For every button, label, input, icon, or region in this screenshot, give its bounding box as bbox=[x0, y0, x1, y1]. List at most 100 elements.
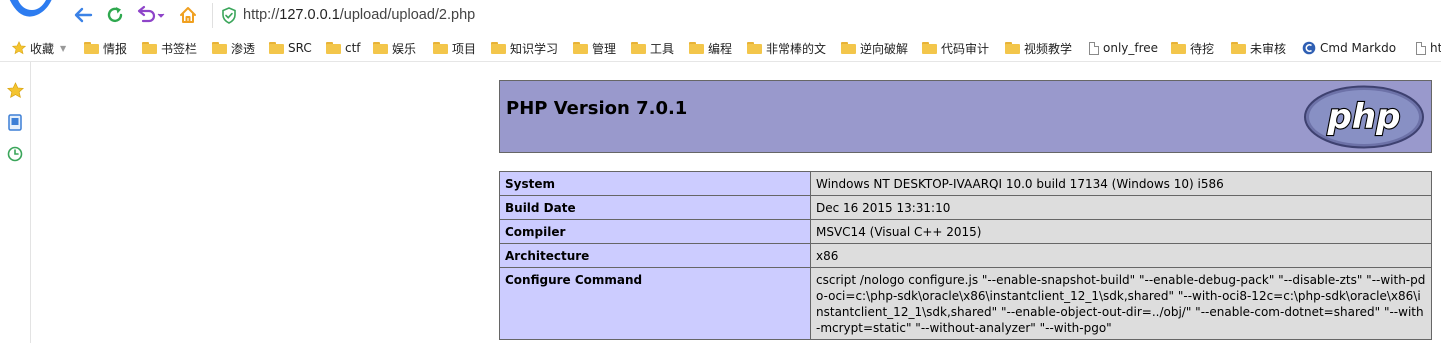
bookmark-label: 情报 bbox=[103, 41, 128, 56]
bookmark-folder[interactable]: 书签栏 bbox=[142, 39, 197, 57]
back-arrow-icon bbox=[74, 7, 93, 23]
reader-icon bbox=[8, 113, 22, 131]
browser-logo-icon bbox=[9, 0, 52, 17]
history-icon bbox=[7, 146, 23, 162]
php-logo-text: php bbox=[1327, 97, 1401, 137]
table-row: System Windows NT DESKTOP-IVAARQI 10.0 b… bbox=[499, 171, 1432, 196]
bookmark-page[interactable]: only_free bbox=[1089, 39, 1158, 57]
bookmark-label: 视频教学 bbox=[1024, 41, 1073, 56]
folder-icon bbox=[1231, 42, 1246, 54]
bookmark-label: ht bbox=[1430, 41, 1441, 55]
bookmark-label: 代码审计 bbox=[941, 41, 990, 56]
home-icon bbox=[180, 7, 196, 23]
sidebar-reader-button[interactable] bbox=[6, 113, 24, 131]
row-key: System bbox=[499, 171, 811, 196]
bookmark-label: only_free bbox=[1103, 41, 1159, 55]
sidebar-favorites-button[interactable] bbox=[6, 81, 24, 99]
row-key: Compiler bbox=[499, 219, 811, 244]
bookmark-label: 管理 bbox=[592, 41, 617, 56]
folder-icon bbox=[922, 42, 937, 54]
bookmark-folder[interactable]: 知识学习 bbox=[491, 39, 558, 57]
bookmark-folder[interactable]: 逆向破解 bbox=[841, 39, 908, 57]
row-value: cscript /nologo configure.js "--enable-s… bbox=[810, 267, 1432, 340]
folder-icon bbox=[573, 42, 588, 54]
star-icon bbox=[12, 41, 26, 55]
bookmark-favorites[interactable]: 收藏 ▼ bbox=[12, 39, 66, 57]
bookmark-label: 书签栏 bbox=[161, 41, 198, 56]
row-value: MSVC14 (Visual C++ 2015) bbox=[810, 219, 1432, 244]
bookmark-label: 未审核 bbox=[1250, 41, 1287, 56]
bookmark-folder[interactable]: 管理 bbox=[573, 39, 616, 57]
refresh-button[interactable] bbox=[103, 4, 127, 26]
bookmark-label: 非常棒的文 bbox=[766, 41, 827, 56]
folder-icon bbox=[269, 42, 284, 54]
bookmark-label: 逆向破解 bbox=[860, 41, 909, 56]
table-row: Configure Command cscript /nologo config… bbox=[499, 267, 1432, 340]
phpinfo-header: PHP Version 7.0.1 php bbox=[499, 80, 1432, 153]
page-title: PHP Version 7.0.1 bbox=[506, 98, 688, 119]
address-bar[interactable]: http://127.0.0.1/upload/upload/2.php bbox=[212, 3, 1441, 28]
folder-icon bbox=[373, 42, 388, 54]
bookmark-folder[interactable]: 项目 bbox=[433, 39, 476, 57]
undo-icon bbox=[137, 5, 165, 23]
bookmark-folder[interactable]: ctf bbox=[326, 39, 361, 57]
bookmark-page[interactable]: Cmd Markdo bbox=[1302, 39, 1396, 57]
star-icon bbox=[6, 81, 24, 98]
bookmark-folder[interactable]: 代码审计 bbox=[922, 39, 989, 57]
folder-icon bbox=[433, 42, 448, 54]
security-shield-icon bbox=[222, 7, 236, 24]
browser-toolbar: http://127.0.0.1/upload/upload/2.php bbox=[0, 0, 1441, 32]
back-button[interactable] bbox=[71, 4, 95, 26]
bookmark-label: Cmd Markdo bbox=[1320, 41, 1397, 55]
bookmark-folder[interactable]: 未审核 bbox=[1231, 39, 1286, 57]
bookmark-folder[interactable]: 编程 bbox=[689, 39, 732, 57]
bookmark-label: 项目 bbox=[452, 41, 477, 56]
bookmarks-bar: 收藏 ▼ 情报 书签栏 渗透 SRC ctf 娱乐 项目 知识学习 管理 工具 编… bbox=[0, 35, 1441, 62]
home-button[interactable] bbox=[176, 4, 200, 26]
row-key: Architecture bbox=[499, 243, 811, 268]
table-row: Architecture x86 bbox=[499, 243, 1432, 268]
bookmark-folder[interactable]: SRC bbox=[269, 39, 312, 57]
bookmark-label: 编程 bbox=[708, 41, 733, 56]
folder-icon bbox=[689, 42, 704, 54]
bookmark-folder[interactable]: 情报 bbox=[84, 39, 127, 57]
folder-icon bbox=[326, 42, 341, 54]
row-value: Dec 16 2015 13:31:10 bbox=[810, 195, 1432, 220]
bookmark-folder[interactable]: 娱乐 bbox=[373, 39, 416, 57]
bookmark-label: 娱乐 bbox=[392, 41, 417, 56]
bookmark-label: SRC bbox=[288, 41, 312, 55]
sidebar-history-button[interactable] bbox=[6, 145, 24, 163]
folder-icon bbox=[1005, 42, 1020, 54]
refresh-icon bbox=[107, 7, 123, 23]
url-scheme: http:// bbox=[243, 7, 280, 23]
bookmark-label: 工具 bbox=[650, 41, 675, 56]
bookmark-page[interactable]: ht bbox=[1416, 39, 1441, 57]
row-key: Build Date bbox=[499, 195, 811, 220]
bookmark-label: 收藏 bbox=[30, 41, 55, 56]
page-icon bbox=[1089, 41, 1099, 55]
chevron-down-icon: ▼ bbox=[60, 43, 67, 53]
row-value: x86 bbox=[810, 243, 1432, 268]
phpinfo-table: System Windows NT DESKTOP-IVAARQI 10.0 b… bbox=[499, 171, 1432, 340]
folder-icon bbox=[84, 42, 99, 54]
bookmark-folder[interactable]: 视频教学 bbox=[1005, 39, 1072, 57]
bookmark-folder[interactable]: 渗透 bbox=[212, 39, 255, 57]
bookmark-folder[interactable]: 工具 bbox=[631, 39, 674, 57]
folder-icon bbox=[841, 42, 856, 54]
undo-close-tab-button[interactable] bbox=[135, 4, 169, 26]
table-row: Build Date Dec 16 2015 13:31:10 bbox=[499, 195, 1432, 220]
php-logo: php bbox=[1304, 85, 1424, 149]
folder-icon bbox=[491, 42, 506, 54]
folder-icon bbox=[1171, 42, 1186, 54]
folder-icon bbox=[631, 42, 646, 54]
table-row: Compiler MSVC14 (Visual C++ 2015) bbox=[499, 219, 1432, 244]
browser-sidebar bbox=[0, 62, 31, 343]
folder-icon bbox=[142, 42, 157, 54]
bookmark-folder[interactable]: 非常棒的文 bbox=[747, 39, 826, 57]
url-text[interactable]: http://127.0.0.1/upload/upload/2.php bbox=[243, 7, 475, 23]
url-path: /upload/upload/2.php bbox=[339, 7, 476, 23]
row-key: Configure Command bbox=[499, 267, 811, 340]
folder-icon bbox=[212, 42, 227, 54]
bookmark-label: 知识学习 bbox=[510, 41, 559, 56]
bookmark-folder[interactable]: 待挖 bbox=[1171, 39, 1214, 57]
